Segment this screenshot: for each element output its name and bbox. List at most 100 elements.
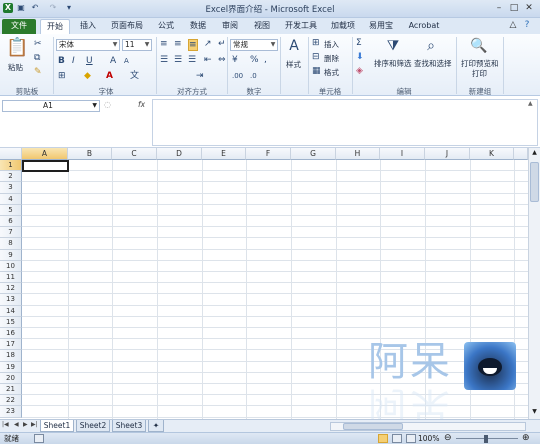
column-header[interactable]: E: [202, 148, 246, 160]
minimize-ribbon-icon[interactable]: △: [506, 19, 520, 31]
grow-font-icon[interactable]: A: [110, 56, 116, 66]
bold-icon[interactable]: B: [58, 56, 65, 66]
tab-add-ins[interactable]: 加载项: [326, 19, 360, 34]
scroll-up-icon[interactable]: ▲: [530, 149, 539, 158]
border-icon[interactable]: ⊞: [58, 71, 66, 81]
row-header[interactable]: 17: [0, 339, 22, 351]
first-sheet-icon[interactable]: |◀: [2, 421, 9, 428]
paste-button[interactable]: 粘贴: [8, 62, 23, 73]
find-select-icon[interactable]: ⌕: [422, 38, 440, 54]
row-header[interactable]: 22: [0, 395, 22, 407]
column-header[interactable]: D: [157, 148, 202, 160]
font-name-combo[interactable]: 宋体 ▼: [56, 39, 120, 51]
font-color-icon[interactable]: A: [106, 71, 113, 81]
active-cell-a1[interactable]: [22, 160, 69, 172]
tab-review[interactable]: 审阅: [216, 19, 244, 34]
align-left-icon[interactable]: ☰: [160, 55, 168, 65]
find-select-button[interactable]: 查找和选择: [414, 58, 452, 69]
shrink-font-icon[interactable]: A: [124, 56, 129, 66]
last-sheet-icon[interactable]: ▶|: [31, 421, 38, 428]
autosum-icon[interactable]: Σ: [356, 38, 362, 48]
name-box[interactable]: A1 ▼: [2, 100, 100, 112]
horizontal-scrollbar[interactable]: [330, 422, 526, 431]
sheet-tab[interactable]: Sheet1: [40, 420, 74, 432]
delete-cells-icon[interactable]: ⊟: [312, 52, 320, 62]
insert-function-icon[interactable]: fx: [138, 100, 150, 112]
column-header[interactable]: J: [425, 148, 470, 160]
decrease-indent-icon[interactable]: ⇤: [204, 55, 212, 65]
print-preview-icon[interactable]: 🔍: [470, 38, 488, 54]
row-header[interactable]: 20: [0, 372, 22, 384]
row-header[interactable]: 7: [0, 227, 22, 239]
print-preview-button-line2[interactable]: 打印: [472, 68, 487, 79]
decrease-decimal-icon[interactable]: .0: [250, 71, 257, 81]
tab-easy-tools[interactable]: 易用宝: [364, 19, 398, 34]
tab-page-layout[interactable]: 页面布局: [106, 19, 148, 34]
row-header[interactable]: 14: [0, 305, 22, 317]
insert-cells-button[interactable]: 插入: [324, 39, 339, 50]
tab-home[interactable]: 开始: [40, 19, 70, 34]
scroll-down-icon[interactable]: ▼: [530, 408, 539, 417]
align-middle-icon[interactable]: ≡: [174, 39, 182, 49]
align-top-icon[interactable]: ≡: [160, 39, 168, 49]
tab-view[interactable]: 视图: [248, 19, 276, 34]
cut-icon[interactable]: ✂: [34, 39, 42, 49]
row-header[interactable]: 10: [0, 260, 22, 272]
copy-icon[interactable]: ⧉: [34, 53, 40, 63]
minimize-icon[interactable]: –: [492, 2, 506, 14]
styles-button[interactable]: 样式: [286, 59, 301, 70]
phonetic-icon[interactable]: 文: [130, 71, 139, 81]
column-header[interactable]: C: [112, 148, 157, 160]
align-bottom-icon[interactable]: ≡: [188, 39, 198, 51]
close-icon[interactable]: ✕: [522, 2, 536, 14]
paste-icon[interactable]: 📋: [6, 37, 28, 59]
zoom-in-icon[interactable]: ⊕: [522, 433, 530, 444]
row-header[interactable]: 16: [0, 328, 22, 340]
italic-icon[interactable]: I: [72, 56, 75, 66]
wrap-text-icon[interactable]: ↵: [218, 39, 226, 49]
row-header[interactable]: 1: [0, 160, 22, 172]
row-header[interactable]: 5: [0, 204, 22, 216]
tab-insert[interactable]: 插入: [74, 19, 102, 34]
font-size-combo[interactable]: 11 ▼: [122, 39, 152, 51]
expand-formula-icon[interactable]: ▲: [528, 100, 538, 110]
maximize-icon[interactable]: □: [507, 2, 521, 14]
sort-filter-button[interactable]: 排序和筛选: [374, 58, 412, 69]
hscroll-thumb[interactable]: [343, 423, 403, 430]
column-header[interactable]: G: [291, 148, 336, 160]
clear-icon[interactable]: ◈: [356, 66, 363, 76]
macro-record-icon[interactable]: [34, 434, 44, 443]
align-center-icon[interactable]: ☰: [174, 55, 182, 65]
currency-icon[interactable]: ¥: [232, 55, 238, 65]
prev-sheet-icon[interactable]: ◀: [14, 421, 19, 428]
format-cells-icon[interactable]: ▦: [312, 66, 321, 76]
increase-decimal-icon[interactable]: .00: [232, 71, 243, 81]
insert-sheet-icon[interactable]: ✦: [148, 420, 164, 432]
merge-center-icon[interactable]: ⇔: [218, 55, 226, 65]
delete-cells-button[interactable]: 删除: [324, 53, 339, 64]
zoom-slider-thumb[interactable]: [484, 435, 488, 443]
column-header[interactable]: H: [336, 148, 380, 160]
row-header[interactable]: 6: [0, 216, 22, 228]
next-sheet-icon[interactable]: ▶: [23, 421, 28, 428]
comma-style-icon[interactable]: ,: [264, 55, 267, 65]
column-header[interactable]: A: [22, 148, 68, 160]
collapse-icon[interactable]: ◌: [104, 100, 114, 112]
row-header[interactable]: 4: [0, 193, 22, 205]
tab-acrobat[interactable]: Acrobat: [404, 19, 444, 34]
row-header[interactable]: 19: [0, 361, 22, 373]
column-header[interactable]: B: [68, 148, 112, 160]
column-header[interactable]: F: [246, 148, 291, 160]
underline-icon[interactable]: U: [86, 56, 93, 66]
sheet-tab[interactable]: Sheet2: [76, 420, 110, 432]
row-header[interactable]: 12: [0, 283, 22, 295]
select-all-corner[interactable]: [0, 148, 22, 160]
normal-view-icon[interactable]: [378, 434, 388, 443]
increase-indent-icon[interactable]: ⇥: [196, 71, 204, 81]
tab-file[interactable]: 文件: [2, 19, 36, 34]
fill-color-icon[interactable]: ◆: [84, 71, 91, 81]
scroll-thumb[interactable]: [530, 162, 539, 202]
page-break-view-icon[interactable]: [406, 434, 416, 443]
column-header[interactable]: K: [470, 148, 514, 160]
row-header[interactable]: 21: [0, 384, 22, 396]
